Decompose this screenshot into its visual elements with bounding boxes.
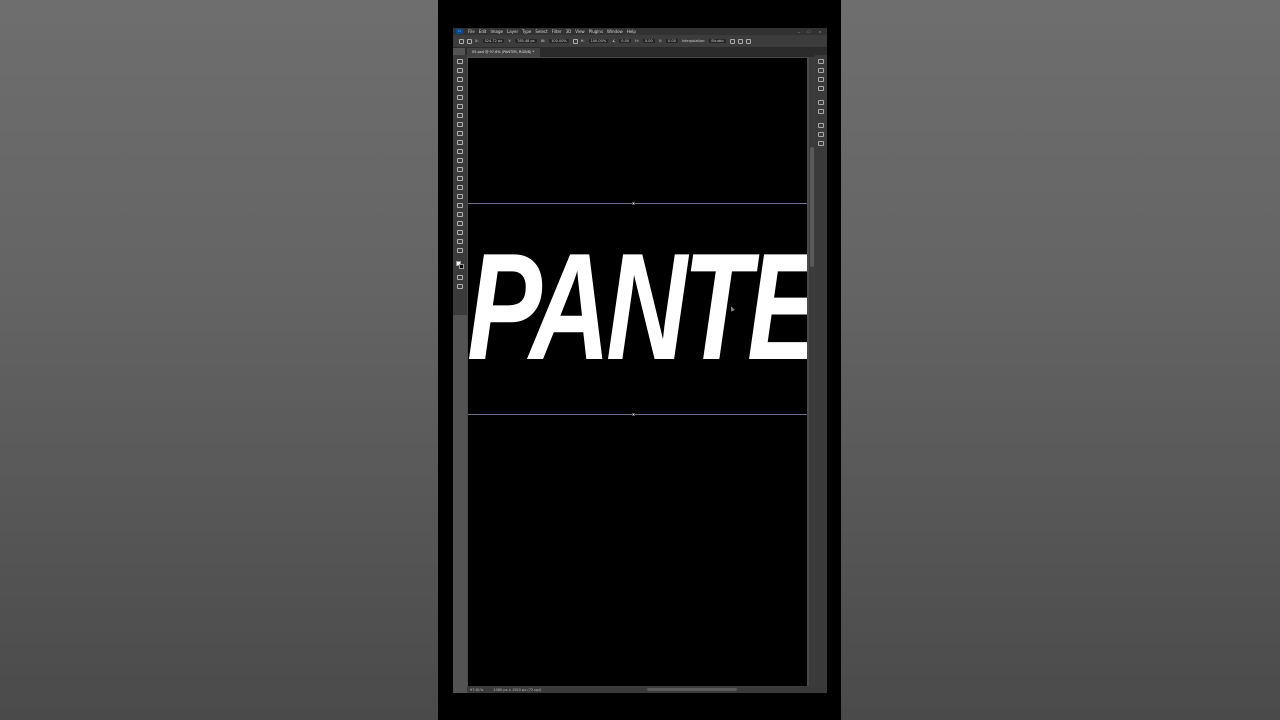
w-label: W:: [540, 39, 546, 43]
x-field[interactable]: 524.72 px: [482, 39, 505, 43]
link-icon[interactable]: [572, 38, 578, 44]
menu-help[interactable]: Help: [627, 28, 636, 35]
history-panel-icon[interactable]: [818, 59, 824, 64]
swatches-panel-icon[interactable]: [818, 68, 824, 73]
menu-plugins[interactable]: Plugins: [589, 28, 603, 35]
y-label: Y:: [508, 39, 512, 43]
eraser-tool-icon[interactable]: [457, 158, 463, 163]
reference-point-icon[interactable]: [467, 38, 472, 44]
photoshop-window: Ps File Edit Image Layer Type Select Fil…: [453, 28, 827, 693]
screen-mode-icon[interactable]: [457, 284, 463, 289]
pen-tool-icon[interactable]: [457, 194, 463, 199]
blurred-background-left: [0, 0, 438, 720]
maximize-icon[interactable]: □: [805, 28, 813, 35]
width-field[interactable]: 100.00%: [549, 39, 569, 43]
document-tab-bar: 05.psd @ 97.6% (PANTER, RGB/8) *: [465, 48, 827, 57]
height-field[interactable]: 100.00%: [588, 39, 609, 43]
warp-icon[interactable]: [730, 38, 736, 44]
brush-tool-icon[interactable]: [457, 131, 463, 136]
shape-tool-icon[interactable]: [457, 221, 463, 226]
styles-panel-icon[interactable]: [818, 109, 824, 114]
interpolation-select[interactable]: Bicubic: [709, 39, 727, 43]
document-canvas[interactable]: PANTER: [468, 58, 807, 687]
vertical-scrollbar[interactable]: [809, 57, 815, 691]
menu-bar: Ps File Edit Image Layer Type Select Fil…: [453, 28, 827, 35]
menu-select[interactable]: Select: [535, 28, 547, 35]
layers-panel-icon[interactable]: [818, 123, 824, 128]
gradient-tool-icon[interactable]: [457, 167, 463, 172]
angle-field[interactable]: 0.00: [619, 39, 632, 43]
x-label: X:: [475, 39, 479, 43]
menu-window[interactable]: Window: [607, 28, 623, 35]
interpolation-label: Interpolation:: [681, 39, 706, 43]
menu-image[interactable]: Image: [490, 28, 503, 35]
menu-filter[interactable]: Filter: [552, 28, 562, 35]
document-info[interactable]: 1080 px x 1920 px (72 ppi): [493, 688, 541, 692]
healing-brush-tool-icon[interactable]: [457, 122, 463, 127]
background-color-swatch[interactable]: [459, 264, 464, 269]
commit-transform-icon[interactable]: [746, 38, 752, 44]
menu-layer[interactable]: Layer: [507, 28, 518, 35]
channels-panel-icon[interactable]: [818, 132, 824, 137]
status-bar: 97.61% 1080 px x 1920 px (72 ppi): [467, 686, 815, 693]
move-tool-icon[interactable]: [457, 59, 463, 64]
options-bar: X: 524.72 px Y: 785.48 px W: 100.00% H: …: [453, 35, 827, 48]
eyedropper-tool-icon[interactable]: [457, 113, 463, 118]
transform-handle-top[interactable]: [632, 202, 635, 205]
transform-handle-bottom[interactable]: [632, 413, 635, 416]
transform-bounding-top-edge[interactable]: [468, 203, 807, 204]
menu-file[interactable]: File: [468, 28, 475, 35]
transform-bounding-bottom-edge[interactable]: [468, 414, 807, 415]
history-brush-tool-icon[interactable]: [457, 149, 463, 154]
h-label: H:: [580, 39, 585, 43]
canvas-area: PANTER: [467, 57, 815, 691]
minimize-icon[interactable]: –: [795, 28, 803, 35]
right-panel-dock: [815, 55, 827, 693]
properties-panel-icon[interactable]: [818, 86, 824, 91]
marquee-tool-icon[interactable]: [457, 68, 463, 73]
blur-tool-icon[interactable]: [457, 176, 463, 181]
h-skew-label: H:: [635, 39, 639, 43]
more-tools-icon[interactable]: [457, 248, 463, 253]
menu-edit[interactable]: Edit: [479, 28, 487, 35]
vertical-scrollbar-thumb[interactable]: [810, 147, 814, 267]
menu-type[interactable]: Type: [522, 28, 531, 35]
photoshop-logo-icon: Ps: [456, 29, 463, 34]
document-tab[interactable]: 05.psd @ 97.6% (PANTER, RGB/8) *: [467, 48, 541, 57]
quick-mask-icon[interactable]: [457, 275, 463, 280]
dodge-tool-icon[interactable]: [457, 185, 463, 190]
y-field[interactable]: 785.48 px: [515, 39, 537, 43]
zoom-tool-icon[interactable]: [457, 239, 463, 244]
menu-3d[interactable]: 3D: [566, 28, 572, 35]
zoom-level[interactable]: 97.61%: [470, 688, 483, 692]
h-skew-field[interactable]: 0.00: [642, 39, 655, 43]
type-tool-icon[interactable]: [457, 203, 463, 208]
v-skew-label: V:: [658, 39, 662, 43]
horizontal-scrollbar-thumb[interactable]: [647, 688, 737, 691]
v-skew-field[interactable]: 0.00: [666, 39, 678, 43]
path-selection-tool-icon[interactable]: [457, 212, 463, 217]
crop-tool-icon[interactable]: [457, 95, 463, 100]
tools-panel: [453, 55, 467, 315]
close-icon[interactable]: ×: [816, 28, 824, 35]
home-icon[interactable]: [459, 38, 464, 44]
hand-tool-icon[interactable]: [457, 230, 463, 235]
libraries-panel-icon[interactable]: [818, 77, 824, 82]
paths-panel-icon[interactable]: [818, 141, 824, 146]
lasso-tool-icon[interactable]: [457, 77, 463, 82]
adjustments-panel-icon[interactable]: [818, 100, 824, 105]
blurred-background-right: [841, 0, 1280, 720]
angle-label: ∡: [612, 39, 616, 43]
quick-selection-tool-icon[interactable]: [457, 86, 463, 91]
clone-stamp-tool-icon[interactable]: [457, 140, 463, 145]
menu-view[interactable]: View: [575, 28, 585, 35]
cancel-transform-icon[interactable]: [738, 38, 744, 44]
frame-tool-icon[interactable]: [457, 104, 463, 109]
canvas-text-layer[interactable]: PANTER: [468, 231, 807, 383]
